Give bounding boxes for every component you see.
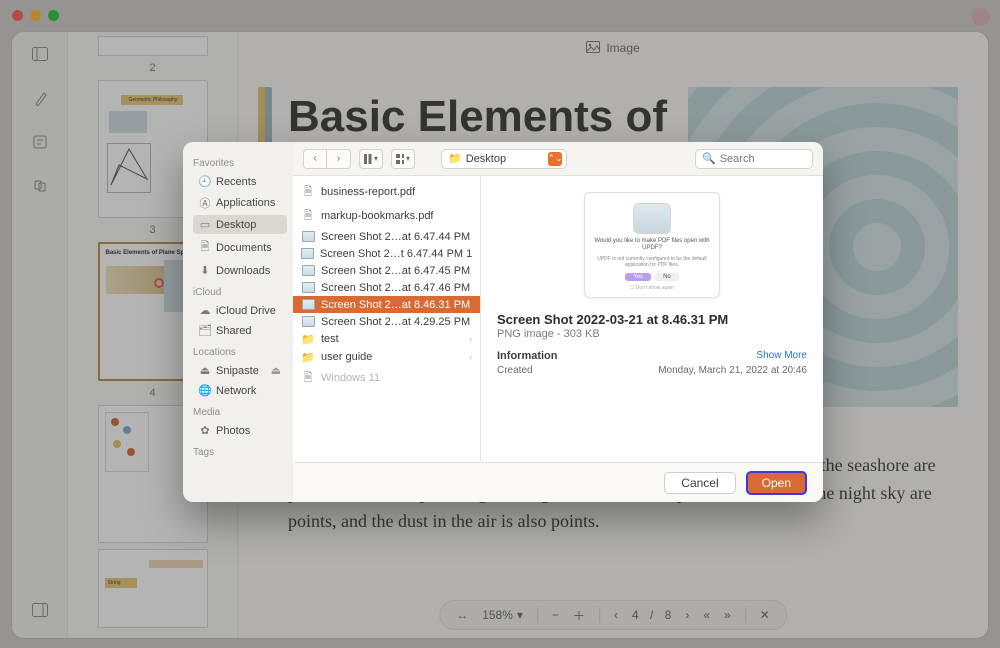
group-by-button[interactable]: ▾ xyxy=(391,149,415,169)
file-row[interactable]: 📁 test › xyxy=(293,330,480,348)
sidebar-heading: Locations xyxy=(193,347,287,358)
sidebar-heading: iCloud xyxy=(193,287,287,298)
image-file-icon xyxy=(301,316,315,327)
file-row[interactable]: Screen Shot 2…at 6.47.45 PM xyxy=(293,262,480,279)
open-button[interactable]: Open xyxy=(746,471,807,495)
document-file-icon: 🗎 xyxy=(301,207,315,226)
file-name: Screen Shot 2…at 8.46.31 PM xyxy=(321,299,470,311)
document-file-icon: 🗎 xyxy=(301,183,315,202)
info-label: Created xyxy=(497,365,533,376)
file-name: Screen Shot 2…at 6.47.44 PM xyxy=(321,231,470,243)
sidebar-heading: Favorites xyxy=(193,158,287,169)
search-icon: 🔍 xyxy=(702,152,716,165)
preview-thumbnail: Would you like to make PDF files open wi… xyxy=(584,192,720,298)
file-name: Windows 11 xyxy=(321,372,380,384)
preview-subtitle: PNG image - 303 KB xyxy=(497,328,807,340)
nav-buttons: ‹ › xyxy=(303,149,351,169)
file-name: Screen Shot 2…at 6.47.46 PM xyxy=(321,282,470,294)
info-value: Monday, March 21, 2022 at 20:46 xyxy=(658,365,807,376)
sidebar-item-photos[interactable]: ✿Photos xyxy=(193,421,287,440)
folder-icon: 📁 xyxy=(301,351,315,364)
chevron-right-icon: › xyxy=(469,352,472,362)
sidebar-item-documents[interactable]: 🗎Documents xyxy=(193,235,287,260)
info-heading: Information xyxy=(497,350,558,362)
clock-icon: 🕘 xyxy=(199,175,211,188)
network-icon: 🌐 xyxy=(199,384,211,397)
path-label: Desktop xyxy=(466,153,506,165)
document-icon: 🗎 xyxy=(199,238,211,257)
preview-pane: Would you like to make PDF files open wi… xyxy=(481,176,823,462)
preview-image-icon xyxy=(633,203,671,234)
back-button[interactable]: ‹ xyxy=(303,149,327,169)
preview-text: ☐ Don't show again xyxy=(630,285,674,291)
desktop-icon: ▭ xyxy=(199,218,211,231)
show-more-link[interactable]: Show More xyxy=(756,350,807,362)
document-file-icon: 🗎 xyxy=(301,369,315,388)
cloud-icon: ☁ xyxy=(199,304,211,317)
sidebar-item-snipaste[interactable]: ⏏Snipaste⏏ xyxy=(193,361,287,380)
preview-filename: Screen Shot 2022-03-21 at 8.46.31 PM xyxy=(497,312,807,327)
preview-yes-button: Yes xyxy=(625,273,651,281)
sidebar-heading: Tags xyxy=(193,447,287,458)
search-input[interactable] xyxy=(720,153,806,165)
dialog-footer: Cancel Open xyxy=(293,462,823,502)
file-name: business-report.pdf xyxy=(321,186,415,198)
file-name: Screen Shot 2…at 6.47.45 PM xyxy=(321,265,470,277)
apps-icon: Ⓐ xyxy=(199,195,211,211)
file-list[interactable]: 🗎 business-report.pdf 🗎 markup-bookmarks.pd… xyxy=(293,176,481,462)
disk-icon: ⏏ xyxy=(199,364,211,377)
file-row[interactable]: 🗎 Windows 11 xyxy=(293,366,480,390)
image-file-icon xyxy=(301,299,315,310)
file-row[interactable]: Screen Shot 2…at 4.29.25 PM xyxy=(293,313,480,330)
preview-text: Would you like to make PDF files open wi… xyxy=(593,238,711,252)
photos-icon: ✿ xyxy=(199,424,211,437)
file-name: markup-bookmarks.pdf xyxy=(321,210,434,222)
file-name: Screen Shot 2…at 4.29.25 PM xyxy=(321,316,470,328)
cancel-button[interactable]: Cancel xyxy=(664,472,735,494)
shared-folder-icon: 🗂 xyxy=(199,324,211,337)
search-field[interactable]: 🔍 xyxy=(695,149,813,169)
file-row[interactable]: 📁 user guide › xyxy=(293,348,480,366)
file-row[interactable]: Screen Shot 2…at 6.47.46 PM xyxy=(293,279,480,296)
file-row[interactable]: Screen Shot 2…at 6.47.44 PM xyxy=(293,228,480,245)
sidebar-heading: Media xyxy=(193,407,287,418)
sidebar-item-applications[interactable]: ⒶApplications xyxy=(193,192,287,214)
forward-button[interactable]: › xyxy=(327,149,351,169)
eject-icon[interactable]: ⏏ xyxy=(271,364,281,377)
view-columns-button[interactable]: ▾ xyxy=(359,149,383,169)
finder-main: ‹ › ▾ ▾ 📁 Desktop ⌃⌄ 🔍 🗎 business-report.… xyxy=(293,142,823,502)
sidebar-item-desktop[interactable]: ▭Desktop xyxy=(193,215,287,234)
file-name: user guide xyxy=(321,351,372,363)
finder-toolbar: ‹ › ▾ ▾ 📁 Desktop ⌃⌄ 🔍 xyxy=(293,142,823,176)
chevron-right-icon: › xyxy=(469,334,472,344)
image-file-icon xyxy=(301,248,314,259)
sidebar-item-network[interactable]: 🌐Network xyxy=(193,381,287,400)
file-row[interactable]: 🗎 markup-bookmarks.pdf xyxy=(293,204,480,228)
sidebar-item-recents[interactable]: 🕘Recents xyxy=(193,172,287,191)
image-file-icon xyxy=(301,231,315,242)
image-file-icon xyxy=(301,265,315,276)
sidebar-item-icloud-drive[interactable]: ☁iCloud Drive xyxy=(193,301,287,320)
folder-icon: 📁 xyxy=(301,333,315,346)
open-file-dialog: Favorites 🕘Recents ⒶApplications ▭Deskto… xyxy=(183,142,823,502)
sidebar-item-shared[interactable]: 🗂Shared xyxy=(193,321,287,340)
file-row[interactable]: Screen Shot 2…at 8.46.31 PM xyxy=(293,296,480,313)
sidebar-item-downloads[interactable]: ⬇Downloads xyxy=(193,261,287,280)
folder-icon: 📁 xyxy=(448,152,462,165)
image-file-icon xyxy=(301,282,315,293)
file-row[interactable]: Screen Shot 2…t 6.47.44 PM 1 xyxy=(293,245,480,262)
preview-text: UPDF is not currently configured to be t… xyxy=(593,256,711,268)
finder-sidebar: Favorites 🕘Recents ⒶApplications ▭Deskto… xyxy=(183,142,293,502)
file-name: test xyxy=(321,333,339,345)
file-name: Screen Shot 2…t 6.47.44 PM 1 xyxy=(320,248,472,260)
preview-no-button: No xyxy=(655,273,679,281)
path-dropdown-icon[interactable]: ⌃⌄ xyxy=(548,152,562,166)
path-selector[interactable]: 📁 Desktop ⌃⌄ xyxy=(441,149,567,169)
file-row[interactable]: 🗎 business-report.pdf xyxy=(293,180,480,204)
downloads-icon: ⬇ xyxy=(199,264,211,277)
